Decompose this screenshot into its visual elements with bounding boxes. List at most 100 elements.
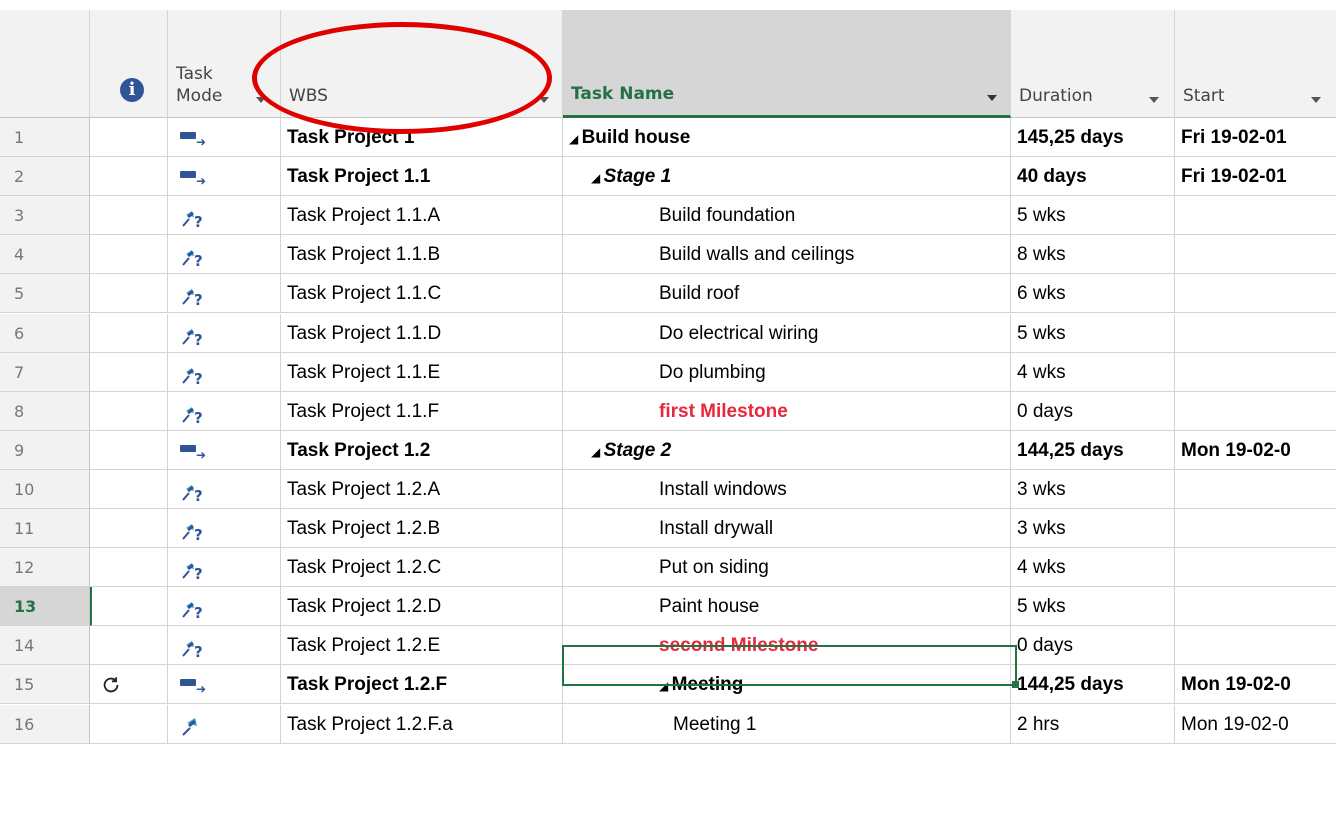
- indicator-cell[interactable]: [90, 391, 168, 431]
- row-id[interactable]: 15: [0, 665, 90, 705]
- task-name-cell[interactable]: ◢ Meeting: [563, 665, 1011, 705]
- row-id[interactable]: 6: [0, 313, 90, 353]
- indicator-cell[interactable]: [90, 430, 168, 470]
- header-indicators[interactable]: i: [90, 10, 168, 118]
- task-mode-cell[interactable]: ?: [168, 235, 281, 275]
- row-id[interactable]: 8: [0, 391, 90, 431]
- wbs-cell[interactable]: Task Project 1.2.D: [281, 587, 563, 627]
- task-mode-cell[interactable]: ?: [168, 587, 281, 627]
- table-row[interactable]: 1 ➜ Task Project 1 ◢ Build house 145,25 days…: [0, 118, 1336, 157]
- indicator-cell[interactable]: [90, 235, 168, 275]
- collapse-triangle-icon[interactable]: ◢: [591, 171, 604, 185]
- duration-cell[interactable]: 3 wks: [1011, 509, 1175, 548]
- task-name-cell[interactable]: Do plumbing: [563, 352, 1011, 392]
- header-task-mode[interactable]: Task Mode: [168, 10, 281, 118]
- table-row[interactable]: 15 ➜ Task Project 1.2.F ◢ Meeting 144,25 day…: [0, 665, 1336, 705]
- wbs-cell[interactable]: Task Project 1.1.E: [281, 352, 563, 392]
- chevron-down-icon[interactable]: [539, 97, 549, 103]
- duration-cell[interactable]: 5 wks: [1011, 313, 1175, 353]
- table-row[interactable]: 10? Task Project 1.2.A Install windows 3 wk…: [0, 469, 1336, 509]
- task-name-cell[interactable]: Meeting 1: [563, 704, 1011, 744]
- table-row[interactable]: 5? Task Project 1.1.C Build roof 6 wks: [0, 274, 1336, 314]
- start-cell[interactable]: [1175, 392, 1336, 431]
- start-cell[interactable]: [1175, 196, 1336, 236]
- duration-cell[interactable]: 144,25 days: [1011, 430, 1175, 470]
- task-mode-cell[interactable]: ➜: [168, 430, 281, 470]
- indicator-cell[interactable]: [90, 352, 168, 392]
- table-row[interactable]: 4? Task Project 1.1.B Build walls and ceil…: [0, 235, 1336, 275]
- wbs-cell[interactable]: Task Project 1.1.D: [281, 313, 563, 353]
- task-mode-cell[interactable]: ?: [168, 313, 281, 353]
- header-start[interactable]: Start: [1175, 10, 1336, 118]
- row-id[interactable]: 16: [0, 704, 90, 744]
- start-cell[interactable]: [1175, 587, 1336, 627]
- wbs-cell[interactable]: Task Project 1.1.C: [281, 274, 563, 314]
- task-mode-cell[interactable]: ➜: [168, 118, 281, 157]
- table-row[interactable]: 13? Task Project 1.2.D Paint house 5 wks: [0, 587, 1336, 627]
- table-row[interactable]: 8? Task Project 1.1.F first Milestone 0 day…: [0, 391, 1336, 431]
- start-cell[interactable]: Fri 19-02-01: [1175, 157, 1336, 197]
- indicator-cell[interactable]: [90, 118, 168, 157]
- wbs-cell[interactable]: Task Project 1.2.F.a: [281, 704, 563, 744]
- row-id[interactable]: 9: [0, 430, 90, 470]
- row-id[interactable]: 10: [0, 469, 90, 509]
- duration-cell[interactable]: 6 wks: [1011, 274, 1175, 314]
- row-id[interactable]: 13: [0, 587, 90, 627]
- indicator-cell[interactable]: [90, 587, 168, 627]
- table-row[interactable]: 2 ➜ Task Project 1.1 ◢ Stage 1 40 days Fri 19…: [0, 157, 1336, 197]
- start-cell[interactable]: Fri 19-02-01: [1175, 118, 1336, 157]
- row-id[interactable]: 7: [0, 352, 90, 392]
- task-name-cell[interactable]: ◢ Build house: [563, 118, 1011, 157]
- task-mode-cell[interactable]: ?: [168, 274, 281, 314]
- start-cell[interactable]: [1175, 626, 1336, 666]
- task-mode-cell[interactable]: [168, 704, 281, 744]
- task-name-cell[interactable]: Install drywall: [563, 509, 1011, 548]
- duration-cell[interactable]: 144,25 days: [1011, 665, 1175, 705]
- start-cell[interactable]: [1175, 509, 1336, 548]
- table-row[interactable]: 7? Task Project 1.1.E Do plumbing 4 wks: [0, 352, 1336, 392]
- wbs-cell[interactable]: Task Project 1.1.B: [281, 235, 563, 275]
- row-id[interactable]: 12: [0, 548, 90, 588]
- task-mode-cell[interactable]: ?: [168, 391, 281, 431]
- task-name-cell[interactable]: ◢ Stage 1: [563, 157, 1011, 197]
- wbs-cell[interactable]: Task Project 1.1.F: [281, 391, 563, 431]
- chevron-down-icon[interactable]: [1149, 97, 1159, 103]
- duration-cell[interactable]: 0 days: [1011, 626, 1175, 666]
- table-row[interactable]: 6? Task Project 1.1.D Do electrical wiring…: [0, 313, 1336, 353]
- task-mode-cell[interactable]: ➜: [168, 665, 281, 705]
- task-mode-cell[interactable]: ?: [168, 509, 281, 548]
- indicator-cell[interactable]: [90, 548, 168, 588]
- task-mode-cell[interactable]: ➜: [168, 157, 281, 197]
- task-name-cell[interactable]: Build walls and ceilings: [563, 235, 1011, 275]
- task-mode-cell[interactable]: ?: [168, 352, 281, 392]
- task-mode-cell[interactable]: ?: [168, 469, 281, 509]
- wbs-cell[interactable]: Task Project 1.2.C: [281, 548, 563, 588]
- task-name-cell[interactable]: Build foundation: [563, 196, 1011, 236]
- wbs-cell[interactable]: Task Project 1.1.A: [281, 196, 563, 236]
- indicator-cell[interactable]: [90, 274, 168, 314]
- chevron-down-icon[interactable]: [256, 97, 266, 103]
- start-cell[interactable]: [1175, 274, 1336, 314]
- wbs-cell[interactable]: Task Project 1.1: [281, 157, 563, 197]
- row-id[interactable]: 11: [0, 509, 90, 548]
- indicator-cell[interactable]: [90, 509, 168, 548]
- start-cell[interactable]: [1175, 235, 1336, 275]
- duration-cell[interactable]: 145,25 days: [1011, 118, 1175, 157]
- collapse-triangle-icon[interactable]: ◢: [659, 679, 672, 693]
- task-name-cell[interactable]: Build roof: [563, 274, 1011, 314]
- duration-cell[interactable]: 2 hrs: [1011, 704, 1175, 744]
- task-mode-cell[interactable]: ?: [168, 548, 281, 588]
- table-row[interactable]: 9 ➜ Task Project 1.2 ◢ Stage 2 144,25 days Mo…: [0, 430, 1336, 470]
- wbs-cell[interactable]: Task Project 1.2.E: [281, 626, 563, 666]
- header-task-name[interactable]: Task Name: [563, 10, 1011, 118]
- duration-cell[interactable]: 0 days: [1011, 391, 1175, 431]
- indicator-cell[interactable]: [90, 313, 168, 353]
- wbs-cell[interactable]: Task Project 1: [281, 118, 563, 157]
- indicator-cell[interactable]: [90, 704, 168, 744]
- chevron-down-icon[interactable]: [987, 95, 997, 101]
- duration-cell[interactable]: 4 wks: [1011, 548, 1175, 588]
- start-cell[interactable]: Mon 19-02-0: [1175, 431, 1336, 470]
- header-wbs[interactable]: WBS: [281, 10, 563, 118]
- task-name-cell[interactable]: second Milestone: [563, 626, 1011, 666]
- table-row[interactable]: 12? Task Project 1.2.C Put on siding 4 wks: [0, 548, 1336, 588]
